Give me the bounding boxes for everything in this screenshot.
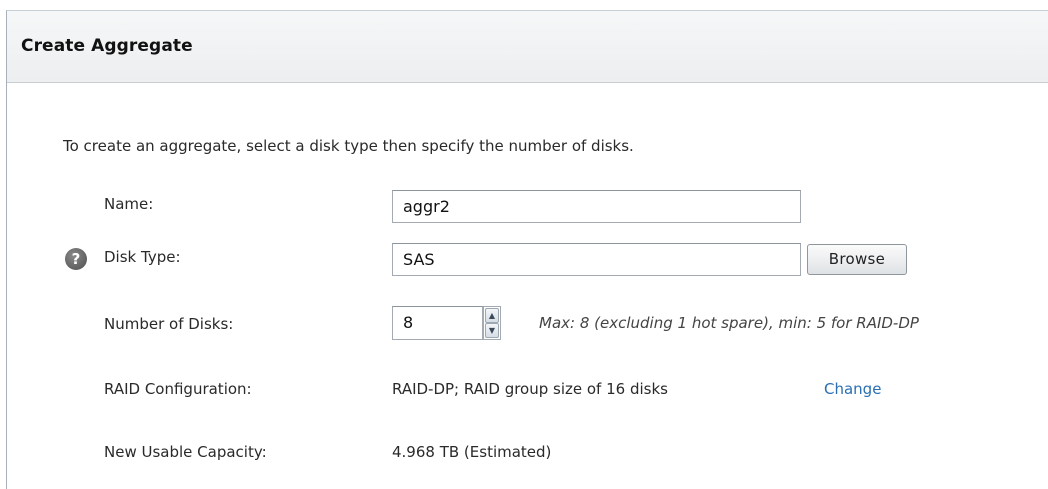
num-disks-hint: Max: 8 (excluding 1 hot spare), min: 5 f…	[539, 314, 919, 332]
dialog-titlebar: Create Aggregate	[7, 11, 1048, 83]
help-icon[interactable]: ?	[65, 248, 87, 270]
capacity-label: New Usable Capacity:	[104, 443, 267, 461]
dialog-content: To create an aggregate, select a disk ty…	[7, 84, 1048, 489]
name-input[interactable]: aggr2	[392, 190, 801, 223]
num-disks-input[interactable]: 8	[392, 306, 483, 340]
arrow-up-icon[interactable]: ▲	[485, 308, 499, 323]
num-disks-label: Number of Disks:	[104, 315, 234, 333]
browse-button[interactable]: Browse	[807, 244, 907, 275]
dialog-title: Create Aggregate	[21, 36, 193, 56]
arrow-down-icon[interactable]: ▼	[485, 323, 499, 338]
spinner-buttons: ▲ ▼	[483, 306, 501, 340]
disk-type-input[interactable]: SAS	[392, 243, 801, 276]
raid-change-link[interactable]: Change	[824, 380, 881, 398]
raid-config-label: RAID Configuration:	[104, 380, 252, 398]
raid-config-value: RAID-DP; RAID group size of 16 disks	[392, 380, 668, 398]
disk-type-label: Disk Type:	[104, 248, 181, 266]
capacity-value: 4.968 TB (Estimated)	[392, 443, 552, 461]
create-aggregate-dialog: Create Aggregate To create an aggregate,…	[6, 10, 1048, 489]
name-label: Name:	[104, 195, 154, 213]
intro-text: To create an aggregate, select a disk ty…	[63, 137, 634, 155]
